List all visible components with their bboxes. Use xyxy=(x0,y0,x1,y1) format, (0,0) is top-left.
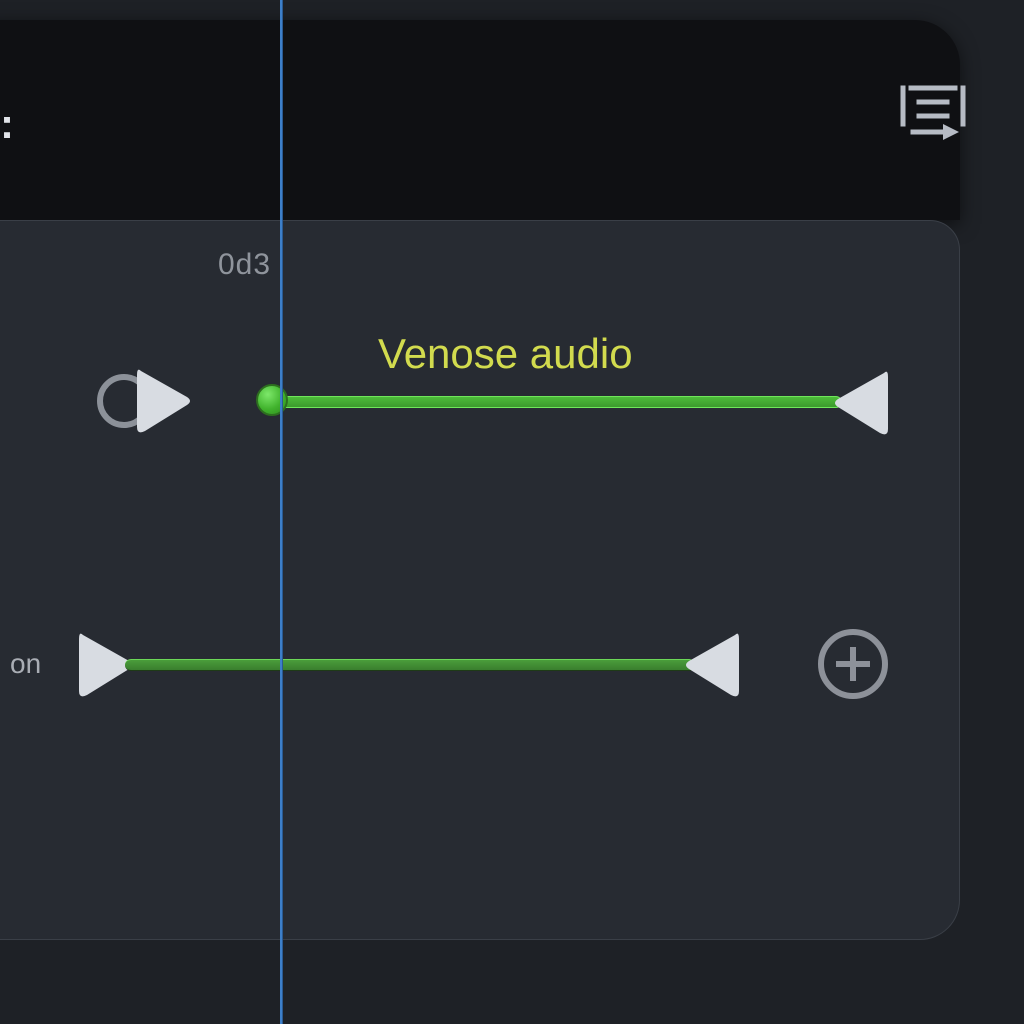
track2-range-bar[interactable] xyxy=(125,659,695,671)
add-track-button[interactable] xyxy=(818,629,888,699)
track1-end-handle[interactable] xyxy=(832,367,892,439)
export-list-icon[interactable] xyxy=(897,78,969,150)
track2-side-label: on xyxy=(10,648,41,680)
track2-end-handle[interactable] xyxy=(683,629,743,701)
clip-label-track1: Venose audio xyxy=(378,330,633,378)
header-glyph: : xyxy=(0,100,14,148)
track1-range-bar[interactable] xyxy=(270,396,842,408)
header-panel xyxy=(0,20,960,220)
editor-stage: : 0d3 Venose audio on xyxy=(0,0,1024,1024)
timecode-label: 0d3 xyxy=(218,248,271,282)
track1-start-handle[interactable] xyxy=(256,384,288,416)
play-icon[interactable] xyxy=(133,365,193,437)
tracks-panel xyxy=(0,220,960,940)
